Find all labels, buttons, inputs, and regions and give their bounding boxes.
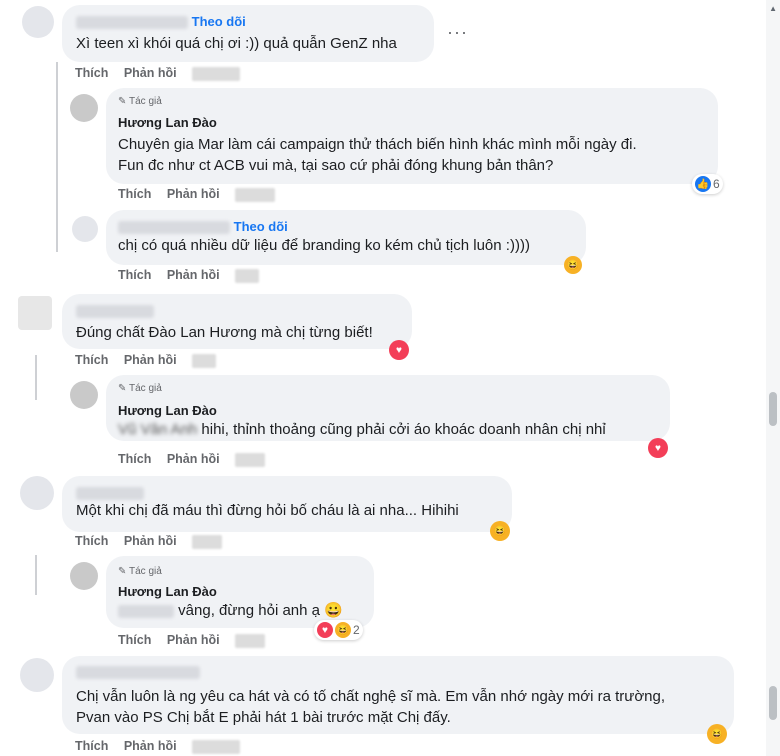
blurred-name <box>76 487 144 501</box>
reply-button[interactable]: Phản hồi <box>124 739 177 753</box>
pencil-icon: ✎ <box>118 383 127 394</box>
thread-line <box>35 355 37 400</box>
blurred-name <box>76 305 154 319</box>
scroll-up-arrow-icon[interactable]: ▲ <box>769 4 777 13</box>
timestamp <box>235 633 266 648</box>
comment-actions: Thích Phản hồi <box>118 268 271 283</box>
comment-actions: Thích Phản hồi <box>118 633 277 648</box>
comment-actions: Thích Phản hồi <box>75 739 252 754</box>
scrollbar-thumb[interactable] <box>769 392 777 426</box>
comment-text-line: Fun đc như ct ACB vui mà, tại sao cứ phả… <box>118 157 554 174</box>
comment-text: vâng, đừng hỏi anh ạ 😀 <box>118 600 343 621</box>
comment-text-line: Chuyên gia Mar làm cái campaign thử thác… <box>118 136 637 153</box>
author-badge: ✎ Tác giả <box>118 566 162 577</box>
commenter-name[interactable]: Theo dõi <box>118 219 288 235</box>
comment-text: chị có quá nhiều dữ liệu để branding ko … <box>118 237 530 254</box>
blurred-name <box>118 221 230 235</box>
love-reaction-icon: ♥ <box>317 622 333 638</box>
comment-text: Đúng chất Đào Lan Hương mà chị từng biết… <box>76 324 373 341</box>
reply-button[interactable]: Phản hồi <box>167 452 220 466</box>
like-button[interactable]: Thích <box>75 534 108 548</box>
like-reaction-icon: 👍 <box>695 176 711 192</box>
love-reaction-icon[interactable]: ♥ <box>389 340 409 360</box>
comment-text-line: Chị vẫn luôn là ng yêu ca hát và có tố c… <box>76 688 666 705</box>
author-avatar[interactable] <box>70 381 98 409</box>
comment-actions: Thích Phản hồi <box>75 66 252 81</box>
author-badge: ✎ Tác giả <box>118 383 162 394</box>
timestamp <box>192 534 223 549</box>
comment-actions: Thích Phản hồi <box>75 353 228 368</box>
blurred-name <box>76 666 200 680</box>
commenter-name[interactable] <box>76 303 154 319</box>
follow-button[interactable]: Theo dõi <box>234 219 288 234</box>
reply-button[interactable]: Phản hồi <box>167 187 220 201</box>
scrollbar-track[interactable]: ▲ <box>766 0 780 756</box>
like-button[interactable]: Thích <box>75 739 108 753</box>
author-avatar[interactable] <box>70 562 98 590</box>
reply-button[interactable]: Phản hồi <box>167 268 220 282</box>
commenter-name[interactable] <box>76 485 144 501</box>
like-button[interactable]: Thích <box>118 633 151 647</box>
like-button[interactable]: Thích <box>75 66 108 80</box>
reply-button[interactable]: Phản hồi <box>124 534 177 548</box>
pencil-icon: ✎ <box>118 566 127 577</box>
comment-text-line: Pvan vào PS Chị bắt E phải hát 1 bài trư… <box>76 709 451 726</box>
like-button[interactable]: Thích <box>118 187 151 201</box>
timestamp <box>192 739 241 754</box>
follow-button[interactable]: Theo dõi <box>192 14 246 29</box>
comment-actions: Thích Phản hồi <box>75 534 234 549</box>
commenter-name[interactable] <box>76 664 200 680</box>
author-name[interactable]: Hương Lan Đào <box>118 403 217 418</box>
avatar[interactable] <box>22 6 54 38</box>
haha-reaction-icon[interactable]: 😆 <box>564 256 582 274</box>
timestamp <box>235 452 266 467</box>
comment-text: Một khi chị đã máu thì đừng hỏi bố cháu … <box>76 502 459 519</box>
haha-reaction-icon[interactable]: 😆 <box>707 724 727 744</box>
comment-text: Xì teen xì khói quá chị ơi :)) quả quẫn … <box>76 35 397 52</box>
like-button[interactable]: Thích <box>75 353 108 367</box>
author-name[interactable]: Hương Lan Đào <box>118 115 217 130</box>
thread-line <box>56 62 58 252</box>
avatar[interactable] <box>20 658 54 692</box>
mention-tag[interactable]: Vũ Vân Anh <box>118 421 197 438</box>
comment-text: Vũ Vân Anh hihi, thỉnh thoảng cũng phải … <box>118 421 606 438</box>
timestamp <box>192 66 241 81</box>
author-avatar[interactable] <box>70 94 98 122</box>
author-badge: ✎ Tác giả <box>118 96 162 107</box>
reply-button[interactable]: Phản hồi <box>124 353 177 367</box>
like-button[interactable]: Thích <box>118 452 151 466</box>
comment-actions: Thích Phản hồi <box>118 187 287 202</box>
timestamp <box>235 187 276 202</box>
avatar[interactable] <box>72 216 98 242</box>
avatar[interactable] <box>18 296 52 330</box>
timestamp <box>192 353 217 368</box>
commenter-name[interactable]: Theo dõi <box>76 14 246 30</box>
pencil-icon: ✎ <box>118 96 127 107</box>
thread-line <box>35 555 37 595</box>
blurred-name <box>76 16 188 30</box>
love-reaction-icon[interactable]: ♥ <box>648 438 668 458</box>
reaction-summary[interactable]: ♥ 😆 2 <box>314 620 363 640</box>
author-name[interactable]: Hương Lan Đào <box>118 584 217 599</box>
more-options-icon[interactable]: ··· <box>447 22 468 43</box>
reply-button[interactable]: Phản hồi <box>124 66 177 80</box>
haha-reaction-icon: 😆 <box>335 622 351 638</box>
scrollbar-thumb[interactable] <box>769 686 777 720</box>
like-button[interactable]: Thích <box>118 268 151 282</box>
avatar[interactable] <box>20 476 54 510</box>
haha-reaction-icon[interactable]: 😆 <box>490 521 510 541</box>
reply-button[interactable]: Phản hồi <box>167 633 220 647</box>
comment-actions: Thích Phản hồi <box>118 452 277 467</box>
blurred-mention <box>118 604 174 618</box>
timestamp <box>235 268 260 283</box>
reaction-summary[interactable]: 👍 6 <box>692 174 723 194</box>
